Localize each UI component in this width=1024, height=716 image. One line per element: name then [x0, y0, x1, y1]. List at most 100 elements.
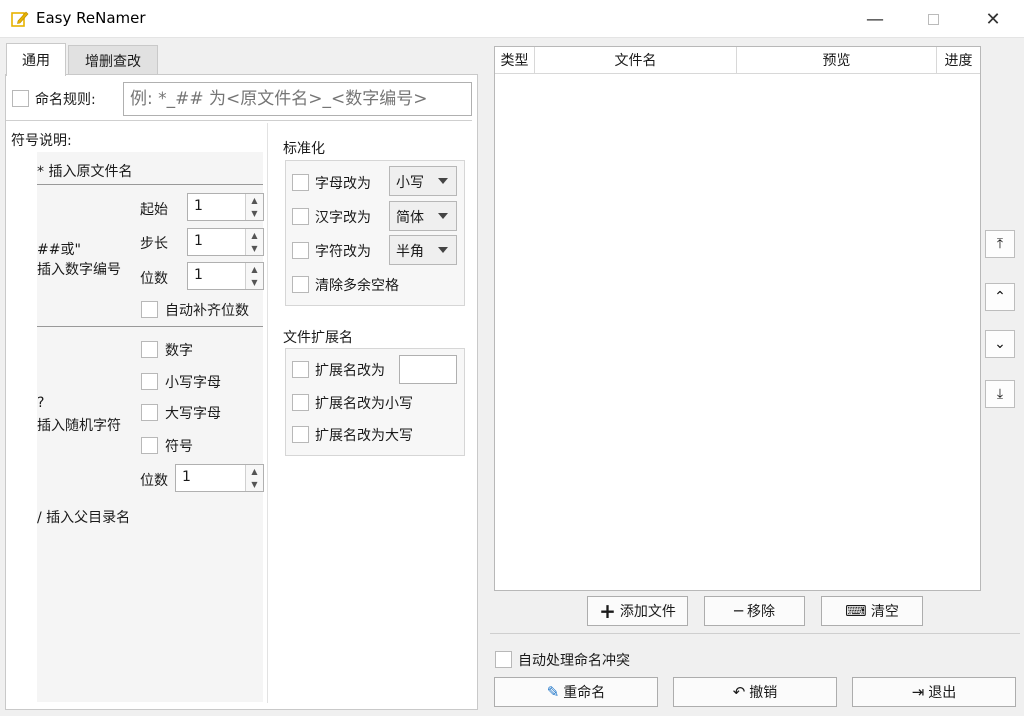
move-bottom-button[interactable]: ⤓ — [985, 380, 1015, 408]
start-value: 1 — [194, 198, 203, 214]
hanzi-select[interactable]: 简体 — [389, 201, 457, 231]
digits-spinbox[interactable]: 1 ▲ ▼ — [187, 262, 264, 290]
pad-digits-label: 自动补齐位数 — [165, 303, 249, 319]
ext-change-checkbox[interactable] — [292, 361, 309, 378]
window-title: Easy ReNamer — [36, 9, 146, 27]
maximize-button[interactable] — [910, 0, 956, 38]
undo-icon: ↶ — [732, 683, 746, 701]
column-header-progress[interactable]: 进度 — [937, 47, 980, 74]
random-symbols-checkbox[interactable] — [141, 437, 158, 454]
random-digits-value: 1 — [182, 469, 191, 485]
move-top-button[interactable]: ⤒ — [985, 230, 1015, 258]
step-spinbox[interactable]: 1 ▲ ▼ — [187, 228, 264, 256]
auto-conflict-label: 自动处理命名冲突 — [518, 653, 630, 669]
random-uppercase-checkbox[interactable] — [141, 404, 158, 421]
exit-button[interactable]: ⇥ 退出 — [852, 677, 1016, 707]
spaces-checkbox[interactable] — [292, 276, 309, 293]
chevron-up-icon: ⌃ — [994, 289, 1006, 305]
random-option-lowercase: 小写字母 — [165, 375, 221, 391]
chars-select[interactable]: 半角 — [389, 235, 457, 265]
column-header-preview[interactable]: 预览 — [737, 47, 937, 74]
remove-label: 移除 — [747, 604, 776, 620]
ext-change-input[interactable] — [399, 355, 457, 384]
clear-button[interactable]: ⌨ 清空 — [821, 596, 923, 626]
hanzi-checkbox[interactable] — [292, 208, 309, 225]
letters-select[interactable]: 小写 — [389, 166, 457, 196]
number-symbol: ##或" — [37, 242, 81, 258]
tab-crud[interactable]: 增删查改 — [68, 45, 158, 75]
naming-rule-checkbox[interactable] — [12, 90, 29, 107]
chars-label: 字符改为 — [315, 244, 371, 260]
column-header-type[interactable]: 类型 — [495, 47, 535, 74]
step-label: 步长 — [140, 236, 168, 252]
undo-button[interactable]: ↶ 撤销 — [673, 677, 837, 707]
hanzi-label: 汉字改为 — [315, 210, 371, 226]
divider — [37, 326, 263, 327]
chevron-down-icon — [438, 178, 448, 184]
column-header-filename[interactable]: 文件名 — [535, 47, 737, 74]
normalize-heading: 标准化 — [283, 141, 325, 157]
auto-conflict-checkbox[interactable] — [495, 651, 512, 668]
pencil-icon: ✎ — [546, 683, 560, 701]
exit-icon: ⇥ — [911, 683, 925, 701]
ext-lower-label: 扩展名改为小写 — [315, 396, 413, 412]
spin-arrows-icon[interactable]: ▲ ▼ — [245, 465, 263, 491]
digits-value: 1 — [194, 267, 203, 283]
original-name-symbol: * 插入原文件名 — [37, 164, 133, 180]
random-symbol-desc: 插入随机字符 — [37, 418, 121, 434]
naming-rule-input[interactable] — [123, 82, 472, 116]
plus-icon: + — [599, 599, 616, 623]
move-top-icon: ⤒ — [996, 236, 1004, 252]
maximize-icon — [927, 13, 939, 25]
minimize-icon: — — [866, 8, 884, 30]
random-option-digits: 数字 — [165, 343, 193, 359]
spin-arrows-icon[interactable]: ▲ ▼ — [245, 229, 263, 255]
clear-label: 清空 — [870, 604, 899, 620]
minus-icon: ─ — [733, 602, 744, 620]
ext-change-label: 扩展名改为 — [315, 363, 385, 379]
vertical-divider — [267, 123, 268, 703]
move-down-button[interactable]: ⌄ — [985, 330, 1015, 358]
hanzi-select-value: 简体 — [396, 210, 424, 226]
letters-checkbox[interactable] — [292, 174, 309, 191]
random-digits-checkbox[interactable] — [141, 341, 158, 358]
start-spinbox[interactable]: 1 ▲ ▼ — [187, 193, 264, 221]
ext-lower-checkbox[interactable] — [292, 394, 309, 411]
chars-checkbox[interactable] — [292, 242, 309, 259]
chevron-down-icon: ⌄ — [994, 336, 1006, 352]
spin-arrows-icon[interactable]: ▲ ▼ — [245, 263, 263, 289]
add-file-label: 添加文件 — [619, 604, 676, 620]
chevron-down-icon — [438, 213, 448, 219]
naming-rule-label: 命名规则: — [35, 92, 96, 108]
pad-digits-checkbox[interactable] — [141, 301, 158, 318]
chevron-down-icon — [438, 247, 448, 253]
random-option-symbols: 符号 — [165, 439, 193, 455]
divider — [37, 184, 263, 185]
step-value: 1 — [194, 233, 203, 249]
extension-heading: 文件扩展名 — [283, 330, 353, 346]
start-label: 起始 — [140, 202, 168, 218]
ext-upper-checkbox[interactable] — [292, 426, 309, 443]
exit-label: 退出 — [928, 685, 957, 701]
spaces-label: 清除多余空格 — [315, 278, 399, 294]
file-table[interactable]: 类型 文件名 预览 进度 — [494, 46, 981, 591]
minimize-button[interactable]: — — [852, 0, 898, 38]
parent-dir-symbol: / 插入父目录名 — [37, 510, 131, 526]
random-lowercase-checkbox[interactable] — [141, 373, 158, 390]
spin-arrows-icon[interactable]: ▲ ▼ — [245, 194, 263, 220]
remove-button[interactable]: ─ 移除 — [704, 596, 805, 626]
symbols-heading: 符号说明: — [11, 133, 72, 149]
letters-select-value: 小写 — [396, 175, 424, 191]
move-bottom-icon: ⤓ — [996, 386, 1004, 402]
move-up-button[interactable]: ⌃ — [985, 283, 1015, 311]
undo-label: 撤销 — [749, 685, 778, 701]
tab-general[interactable]: 通用 — [6, 43, 66, 76]
close-button[interactable]: ✕ — [970, 0, 1016, 38]
random-digits-spinbox[interactable]: 1 ▲ ▼ — [175, 464, 264, 492]
add-file-button[interactable]: + 添加文件 — [587, 596, 688, 626]
ext-upper-label: 扩展名改为大写 — [315, 428, 413, 444]
rename-button[interactable]: ✎ 重命名 — [494, 677, 658, 707]
close-icon: ✕ — [985, 8, 1001, 30]
edit-icon — [11, 11, 29, 27]
random-digits-label: 位数 — [140, 473, 168, 489]
